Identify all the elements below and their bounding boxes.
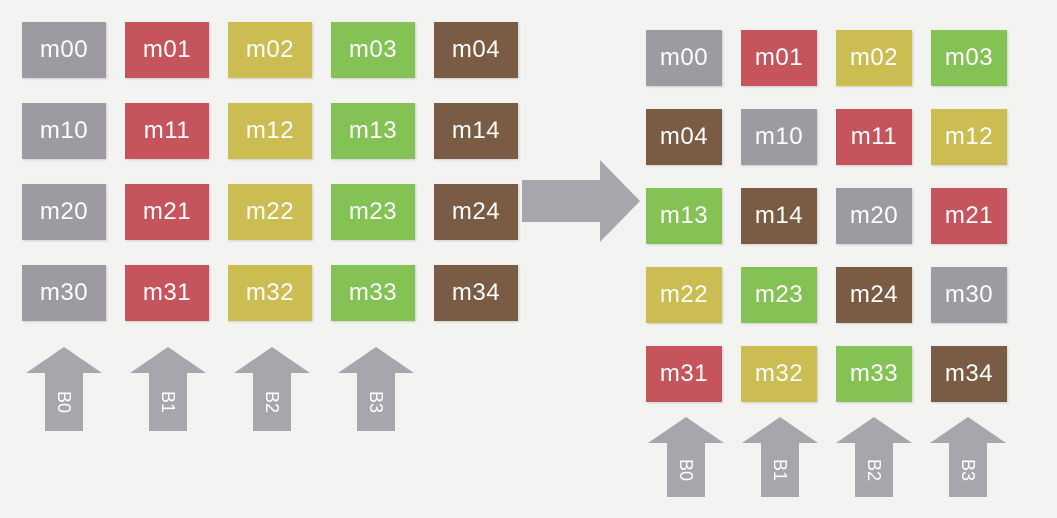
matrix-cell: m30	[22, 265, 106, 321]
matrix-cell: m01	[741, 30, 817, 86]
matrix-cell: m10	[741, 109, 817, 165]
bank-arrow-icon: B0	[26, 347, 102, 431]
matrix-cell: m22	[228, 184, 312, 240]
matrix-cell: m02	[228, 22, 312, 78]
matrix-cell: m02	[836, 30, 912, 86]
bank-arrow-icon: B0	[648, 417, 724, 497]
matrix-cell: m04	[434, 22, 518, 78]
matrix-cell: m20	[836, 188, 912, 244]
matrix-cell: m12	[931, 109, 1007, 165]
matrix-cell: m34	[931, 346, 1007, 402]
matrix-cell: m34	[434, 265, 518, 321]
matrix-cell: m03	[331, 22, 415, 78]
matrix-cell: m11	[836, 109, 912, 165]
matrix-cell: m23	[331, 184, 415, 240]
matrix-cell: m23	[741, 267, 817, 323]
bank-arrow-icon: B2	[234, 347, 310, 431]
matrix-cell: m10	[22, 103, 106, 159]
matrix-cell: m13	[331, 103, 415, 159]
bank-label: B2	[262, 391, 282, 413]
matrix-cell: m30	[931, 267, 1007, 323]
matrix-cell: m22	[646, 267, 722, 323]
matrix-cell: m24	[836, 267, 912, 323]
matrix-cell: m11	[125, 103, 209, 159]
bank-arrow-icon: B1	[742, 417, 818, 497]
matrix-cell: m12	[228, 103, 312, 159]
matrix-cell: m24	[434, 184, 518, 240]
matrix-cell: m20	[22, 184, 106, 240]
bank-label: B1	[158, 391, 178, 413]
matrix-cell: m33	[836, 346, 912, 402]
bank-label: B0	[54, 391, 74, 413]
matrix-cell: m21	[931, 188, 1007, 244]
bank-label: B1	[770, 459, 790, 481]
matrix-cell: m32	[741, 346, 817, 402]
bank-arrow-icon: B1	[130, 347, 206, 431]
matrix-cell: m01	[125, 22, 209, 78]
matrix-cell: m33	[331, 265, 415, 321]
bank-arrow-icon: B2	[836, 417, 912, 497]
bank-label: B3	[366, 391, 386, 413]
matrix-cell: m00	[646, 30, 722, 86]
matrix-cell: m13	[646, 188, 722, 244]
bank-label: B2	[864, 459, 884, 481]
matrix-cell: m03	[931, 30, 1007, 86]
matrix-cell: m32	[228, 265, 312, 321]
matrix-cell: m14	[434, 103, 518, 159]
matrix-cell: m31	[125, 265, 209, 321]
diagram-canvas: m00 m01 m02 m03 m04 m10 m11 m12 m13 m14 m20 m21 m22 m…	[0, 0, 1057, 518]
matrix-cell: m31	[646, 346, 722, 402]
matrix-cell: m04	[646, 109, 722, 165]
matrix-cell: m21	[125, 184, 209, 240]
bank-arrow-icon: B3	[930, 417, 1006, 497]
matrix-cell: m00	[22, 22, 106, 78]
matrix-cell: m14	[741, 188, 817, 244]
bank-label: B3	[958, 459, 978, 481]
bank-arrow-icon: B3	[338, 347, 414, 431]
bank-label: B0	[676, 459, 696, 481]
transform-arrow-icon	[522, 160, 642, 247]
